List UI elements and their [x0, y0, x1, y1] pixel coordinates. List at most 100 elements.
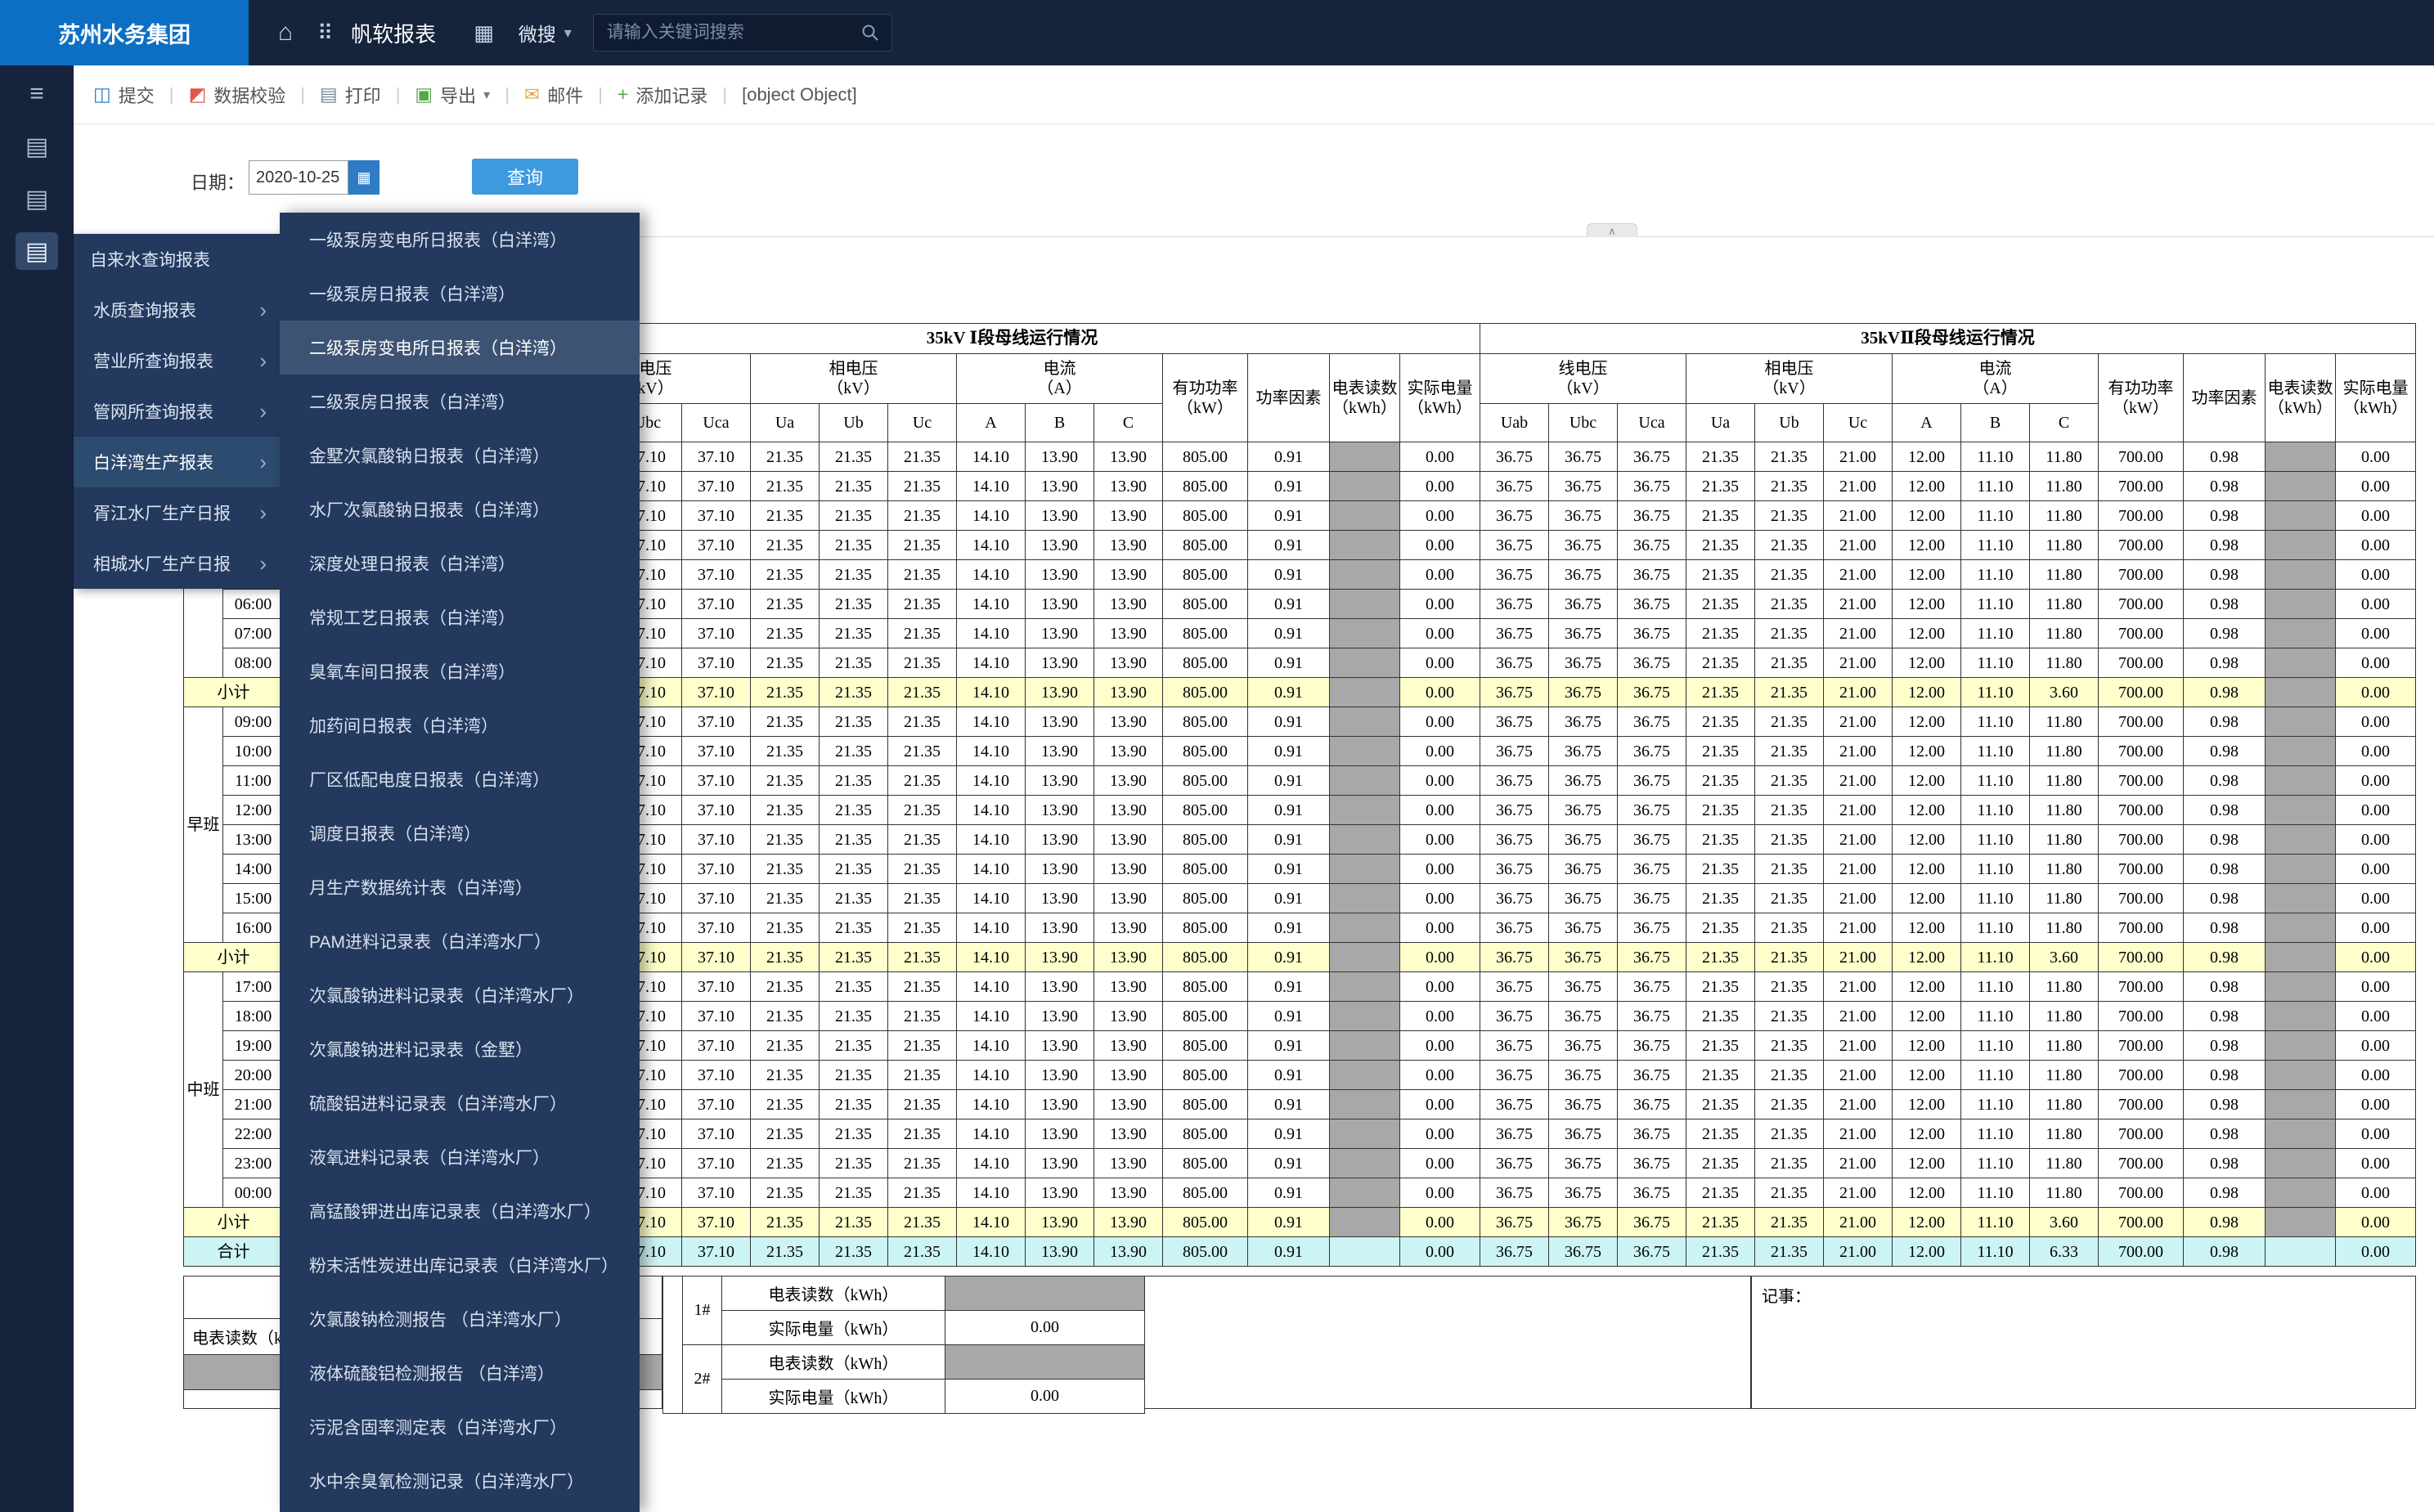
collapse-parameter-pane-button[interactable]: ∧ [1587, 223, 1637, 238]
report-icon[interactable]: ▤ [16, 128, 58, 165]
calendar-button[interactable]: ▦ [348, 160, 379, 195]
menu-item[interactable]: 营业所查询报表› [74, 335, 280, 386]
value-cell: 21.35 [888, 1061, 957, 1090]
menu-item[interactable]: 相城水厂生产日报› [74, 538, 280, 589]
value-cell: 11.10 [1961, 648, 2030, 678]
value-cell: 36.75 [1618, 796, 1686, 825]
submenu-item[interactable]: 一级泵房变电所日报表（白洋湾） [280, 213, 640, 267]
submenu-item[interactable]: 液体硫酸铝检测报告 （白洋湾） [280, 1346, 640, 1400]
value-cell: 36.75 [1618, 1119, 1686, 1149]
value-cell: 36.75 [1618, 1237, 1686, 1267]
value-cell: 21.35 [1686, 442, 1755, 472]
value-cell: 36.75 [1618, 678, 1686, 707]
submenu-item[interactable]: 深度处理日报表（白洋湾） [280, 536, 640, 590]
submenu-item[interactable]: 次氯酸钠进料记录表（金墅） [280, 1022, 640, 1076]
submenu-item[interactable]: 一级泵房日报表（白洋湾） [280, 267, 640, 321]
value-cell: 36.75 [1480, 825, 1549, 855]
meter-reading-cell [1330, 1237, 1400, 1267]
value-cell: 11.10 [1961, 943, 2030, 972]
value-cell: 36.75 [1480, 1090, 1549, 1119]
value-cell: 14.10 [957, 560, 1026, 590]
value-cell: 13.90 [1094, 1002, 1163, 1031]
value-cell: 37.10 [682, 825, 751, 855]
validate-button[interactable]: ◩数据校验 [188, 82, 285, 108]
save-button[interactable]: ◫提交 [93, 82, 155, 108]
value-cell: 21.35 [888, 913, 957, 943]
time-cell: 16:00 [223, 913, 284, 943]
value-cell: 0.00 [1400, 766, 1480, 796]
query-button[interactable]: 查询 [472, 159, 578, 195]
submenu-item[interactable]: 加药间日报表（白洋湾） [280, 698, 640, 752]
value-cell: 11.10 [1961, 825, 2030, 855]
value-cell: 0.00 [2336, 678, 2416, 707]
submenu-item[interactable]: 常规工艺日报表（白洋湾） [280, 590, 640, 644]
submenu-item[interactable]: 次氯酸钠进料记录表（白洋湾水厂） [280, 968, 640, 1022]
value-cell: 13.90 [1094, 825, 1163, 855]
submenu-item[interactable]: 水中余臭氧检测记录（白洋湾水厂） [280, 1454, 640, 1508]
value-cell: 21.35 [820, 884, 888, 913]
value-cell: 14.10 [957, 884, 1026, 913]
apps-grid-icon[interactable]: ⠿ [317, 22, 333, 43]
menu-item[interactable]: 白洋湾生产报表› [74, 437, 280, 487]
search-scope-dropdown[interactable]: 微搜 ▾ [519, 19, 572, 47]
value-cell: 21.35 [751, 1149, 820, 1178]
menu-item[interactable]: 自来水查询报表 [74, 234, 280, 285]
add-record-button[interactable]: +添加记录 [617, 82, 707, 108]
time-cell: 00:00 [223, 1178, 284, 1208]
print-button[interactable]: ▤打印 [320, 82, 381, 108]
value-cell: 21.35 [751, 678, 820, 707]
value-cell: 21.35 [751, 766, 820, 796]
value-cell: 700.00 [2099, 442, 2184, 472]
submenu-item[interactable]: 月生产数据统计表（白洋湾） [280, 860, 640, 914]
value-cell: 11.10 [1961, 1149, 2030, 1178]
value-cell: 11.10 [1961, 1031, 2030, 1061]
value-cell: 13.90 [1026, 913, 1094, 943]
toolbar-item-label: 数据校验 [213, 82, 285, 108]
value-cell: 21.35 [1755, 1149, 1824, 1178]
submenu-item[interactable]: 水厂次氯酸钠日报表（白洋湾） [280, 482, 640, 536]
dashboard-icon[interactable]: ▦ [474, 22, 494, 43]
submenu-item[interactable]: 粉末活性炭进出库记录表（白洋湾水厂） [280, 1238, 640, 1292]
search-input[interactable] [605, 22, 860, 43]
value-cell: 12.00 [1893, 648, 1961, 678]
value-cell: 13.90 [1026, 1031, 1094, 1061]
meter-summary-table: 1#电表读数（kWh）实际电量（kWh）0.002#电表读数（kWh）实际电量（… [662, 1276, 1145, 1414]
value-cell: 36.75 [1618, 1002, 1686, 1031]
value-cell: 11.10 [1961, 707, 2030, 737]
home-icon[interactable]: ⌂ [278, 20, 293, 45]
value-cell: 36.75 [1618, 855, 1686, 884]
submenu-item[interactable]: 金墅次氯酸钠日报表（白洋湾） [280, 428, 640, 482]
submenu-item[interactable]: 臭氧车间日报表（白洋湾） [280, 644, 640, 698]
menu-item[interactable]: 胥江水厂生产日报› [74, 487, 280, 538]
menu-item[interactable]: 管网所查询报表› [74, 386, 280, 437]
submenu-item[interactable]: PAM进料记录表（白洋湾水厂） [280, 914, 640, 968]
report-icon[interactable]: ▤ [16, 180, 58, 218]
submenu-item[interactable]: 次氯酸钠检测报告 （白洋湾水厂） [280, 1292, 640, 1346]
mail-button[interactable]: ✉邮件 [524, 82, 583, 108]
submenu-item[interactable]: 污泥含固率测定表（白洋湾水厂） [280, 1400, 640, 1454]
meter-reading-cell [945, 1276, 1145, 1311]
value-cell: 13.90 [1094, 1208, 1163, 1237]
report-icon[interactable]: ▤ [16, 232, 58, 270]
submenu-item[interactable]: 厂区低配电度日报表（白洋湾） [280, 752, 640, 806]
value-cell: 0.91 [1248, 825, 1330, 855]
value-cell: 21.35 [888, 707, 957, 737]
menu-item[interactable]: 水质查询报表› [74, 285, 280, 335]
search-icon[interactable] [860, 23, 880, 43]
hamburger-icon[interactable]: ≡ [16, 75, 58, 113]
submenu-item[interactable]: 液氧进料记录表（白洋湾水厂） [280, 1130, 640, 1184]
export-button[interactable]: ▣导出▾ [415, 82, 490, 108]
value-cell: 36.75 [1549, 1149, 1618, 1178]
meter-reading-cell [1330, 1208, 1400, 1237]
submenu-item[interactable]: 硫酸铝进料记录表（白洋湾水厂） [280, 1076, 640, 1130]
time-cell: 13:00 [223, 825, 284, 855]
submenu-item[interactable]: 二级泵房变电所日报表（白洋湾） [280, 321, 640, 375]
submenu-item[interactable]: 调度日报表（白洋湾） [280, 806, 640, 860]
value-cell: 13.90 [1094, 648, 1163, 678]
submenu-item[interactable]: 高锰酸钾进出库记录表（白洋湾水厂） [280, 1184, 640, 1238]
date-input[interactable] [249, 160, 348, 195]
submenu-item[interactable]: 二级泵房日报表（白洋湾） [280, 375, 640, 428]
meter-reading-cell [2266, 560, 2336, 590]
meter-reading-cell [2266, 855, 2336, 884]
column-subheader: B [1961, 404, 2030, 442]
